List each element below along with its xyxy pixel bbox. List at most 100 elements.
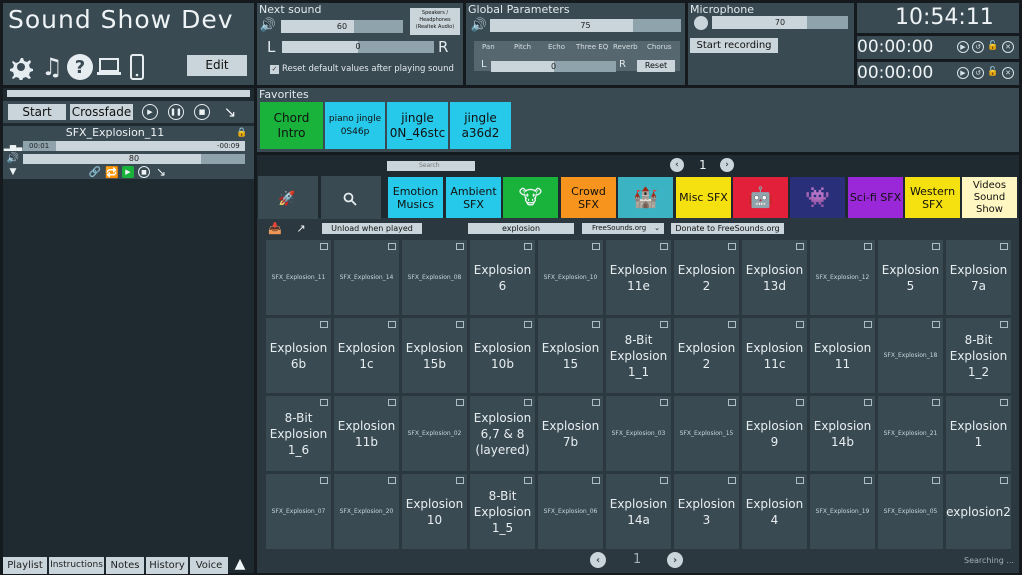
play-icon[interactable]: ▶: [142, 104, 158, 120]
tile-share-icon[interactable]: [388, 243, 396, 250]
share-icon[interactable]: ↗: [294, 222, 308, 235]
tile-share-icon[interactable]: [456, 321, 464, 328]
sound-tile[interactable]: Explosion 1: [946, 396, 1011, 471]
start-recording-button[interactable]: Start recording: [690, 38, 778, 53]
tile-share-icon[interactable]: [388, 321, 396, 328]
timer-1-play-icon[interactable]: ▶: [957, 41, 969, 53]
sound-tile[interactable]: 8-Bit Explosion 1_1: [606, 318, 671, 393]
tile-share-icon[interactable]: [728, 477, 736, 484]
tile-share-icon[interactable]: [592, 399, 600, 406]
phone-icon[interactable]: [127, 53, 147, 81]
tile-share-icon[interactable]: [388, 477, 396, 484]
category-castle[interactable]: 🏰: [618, 177, 673, 218]
sound-tile[interactable]: Explosion 14b: [810, 396, 875, 471]
tile-share-icon[interactable]: [524, 477, 532, 484]
tab-voice[interactable]: Voice: [190, 557, 228, 574]
sound-tile[interactable]: explosion2: [946, 474, 1011, 549]
sound-tile[interactable]: Explosion 11: [810, 318, 875, 393]
category-emotion-musics[interactable]: Emotion Musics: [388, 177, 443, 218]
expand-triangle-icon[interactable]: ▼: [7, 167, 19, 177]
next-balance-slider[interactable]: 0: [282, 41, 434, 53]
favorite-jingle-0n46stc[interactable]: jingle 0N_46stc: [387, 102, 448, 149]
sound-tile[interactable]: SFX_Explosion_21: [878, 396, 943, 471]
sound-tile[interactable]: Explosion 2: [674, 318, 739, 393]
edit-button[interactable]: Edit: [187, 55, 247, 76]
track-position-slider[interactable]: [23, 141, 245, 151]
category-misc-sfx[interactable]: Misc SFX: [676, 177, 731, 218]
tab-playlist[interactable]: Playlist: [3, 557, 47, 574]
sound-tile[interactable]: 8-Bit Explosion 1_6: [266, 396, 331, 471]
tile-share-icon[interactable]: [592, 243, 600, 250]
donate-button[interactable]: Donate to FreeSounds.org: [671, 223, 784, 234]
next-volume-slider[interactable]: 60: [281, 20, 403, 33]
laptop-icon[interactable]: [95, 55, 123, 79]
tile-share-icon[interactable]: [660, 399, 668, 406]
global-tab-pitch[interactable]: Pitch: [514, 43, 531, 51]
microphone-volume-slider[interactable]: 70: [712, 16, 848, 29]
tile-share-icon[interactable]: [320, 321, 328, 328]
sound-tile[interactable]: SFX_Explosion_18: [878, 318, 943, 393]
sound-tile[interactable]: SFX_Explosion_08: [402, 240, 467, 315]
help-icon[interactable]: ?: [67, 54, 93, 80]
start-button[interactable]: Start: [8, 104, 66, 120]
tile-share-icon[interactable]: [796, 321, 804, 328]
tile-share-icon[interactable]: [1000, 399, 1008, 406]
stop-after-icon[interactable]: ■: [138, 166, 150, 178]
sound-tile[interactable]: SFX_Explosion_14: [334, 240, 399, 315]
category-ambient-sfx[interactable]: Ambient SFX: [446, 177, 501, 218]
sound-tile[interactable]: Explosion 9: [742, 396, 807, 471]
sound-tile[interactable]: SFX_Explosion_06: [538, 474, 603, 549]
timer-1-reset-icon[interactable]: ↺: [972, 41, 984, 53]
sound-tile[interactable]: Explosion 10: [402, 474, 467, 549]
sound-tile[interactable]: Explosion 6,7 & 8 (layered): [470, 396, 535, 471]
sound-tile[interactable]: SFX_Explosion_10: [538, 240, 603, 315]
sound-tile[interactable]: Explosion 2: [674, 240, 739, 315]
tile-share-icon[interactable]: [796, 399, 804, 406]
global-tab-pan[interactable]: Pan: [482, 43, 495, 51]
category-sci-fi-sfx[interactable]: Sci-fi SFX: [848, 177, 903, 218]
tile-share-icon[interactable]: [864, 399, 872, 406]
skip-arrow-icon[interactable]: ↘: [221, 103, 239, 121]
sound-tile[interactable]: Explosion 1c: [334, 318, 399, 393]
tile-share-icon[interactable]: [320, 243, 328, 250]
timer-2-lock-icon[interactable]: 🔓: [987, 66, 999, 78]
search-field[interactable]: Search: [387, 161, 475, 171]
tab-history[interactable]: History: [146, 557, 188, 574]
reset-default-checkbox[interactable]: ✓: [270, 65, 279, 74]
sound-tile[interactable]: SFX_Explosion_05: [878, 474, 943, 549]
import-icon[interactable]: 📥: [268, 222, 282, 235]
tile-share-icon[interactable]: [524, 321, 532, 328]
category-videos-sound-show[interactable]: Videos Sound Show: [962, 177, 1017, 218]
tile-share-icon[interactable]: [524, 243, 532, 250]
sound-tile[interactable]: SFX_Explosion_03: [606, 396, 671, 471]
next-page-icon[interactable]: ›: [720, 158, 734, 172]
sound-tile[interactable]: Explosion 7b: [538, 396, 603, 471]
player-progress-bar[interactable]: [7, 90, 250, 97]
source-select[interactable]: FreeSounds.org ⌄: [582, 223, 664, 234]
gear-icon[interactable]: [7, 53, 35, 81]
sound-tile[interactable]: Explosion 11b: [334, 396, 399, 471]
global-tab-three-eq[interactable]: Three EQ: [576, 43, 608, 51]
timer-2-reset-icon[interactable]: ↺: [972, 67, 984, 79]
sound-tile[interactable]: SFX_Explosion_19: [810, 474, 875, 549]
crossfade-button[interactable]: Crossfade: [70, 104, 133, 120]
tile-share-icon[interactable]: [320, 477, 328, 484]
loop-icon[interactable]: 🔁: [105, 166, 119, 179]
global-pan-slider[interactable]: 0: [491, 61, 616, 72]
stop-icon[interactable]: ■: [194, 104, 210, 120]
tile-share-icon[interactable]: [932, 399, 940, 406]
sound-tile[interactable]: SFX_Explosion_15: [674, 396, 739, 471]
tab-instructions[interactable]: Instructions: [49, 557, 104, 574]
collapse-triangle-icon[interactable]: ▲: [231, 556, 249, 572]
timer-1-lock-icon[interactable]: 🔓: [987, 40, 999, 52]
category-farm-animals[interactable]: 🐮: [503, 177, 558, 218]
sound-tile[interactable]: Explosion 15b: [402, 318, 467, 393]
sound-tile[interactable]: Explosion 13d: [742, 240, 807, 315]
next-arrow-icon[interactable]: ↘: [154, 165, 168, 179]
tile-share-icon[interactable]: [796, 477, 804, 484]
sound-tile[interactable]: SFX_Explosion_11: [266, 240, 331, 315]
sound-tile[interactable]: Explosion 15: [538, 318, 603, 393]
sound-tile[interactable]: SFX_Explosion_07: [266, 474, 331, 549]
global-tab-chorus[interactable]: Chorus: [647, 43, 672, 51]
tile-share-icon[interactable]: [932, 243, 940, 250]
